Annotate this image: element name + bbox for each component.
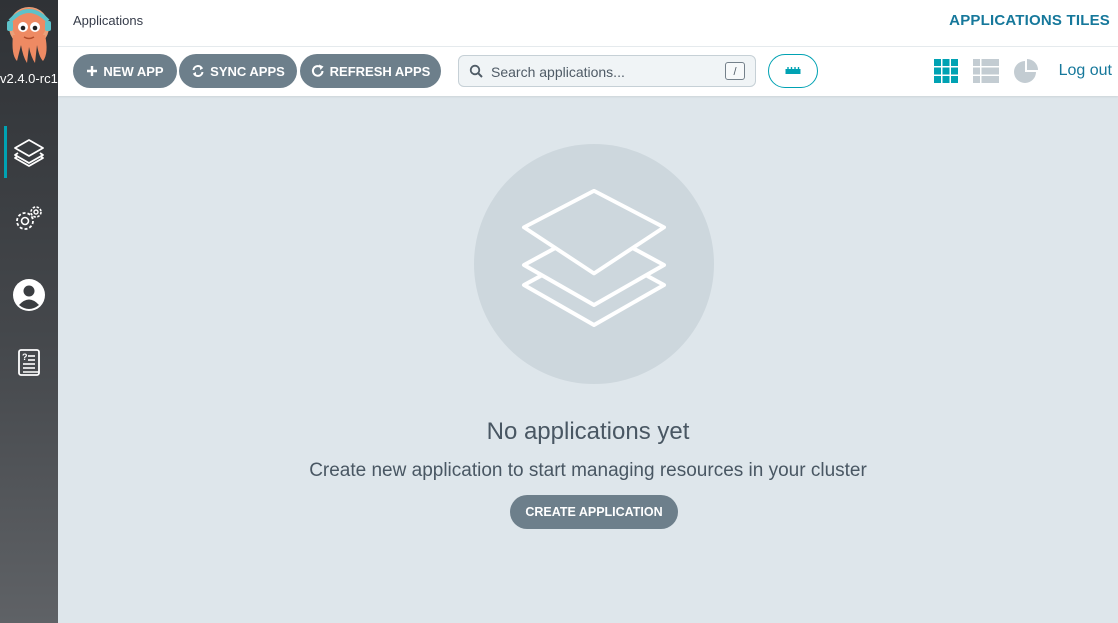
new-app-button[interactable]: NEW APP — [73, 54, 177, 88]
sidebar-item-settings[interactable] — [0, 192, 58, 244]
sidebar-item-user-info[interactable] — [0, 268, 58, 320]
sync-icon — [192, 65, 204, 77]
toolbar: NEW APP SYNC APPS REFRESH APPS / — [58, 47, 1118, 96]
help-book-icon: ? — [18, 349, 40, 376]
refresh-apps-label: REFRESH APPS — [329, 63, 431, 79]
search-icon — [469, 64, 483, 78]
version-label: v2.4.0-rc1+d8fi — [0, 71, 58, 86]
sync-apps-button[interactable]: SYNC APPS — [179, 54, 297, 88]
user-circle-icon — [13, 279, 45, 311]
search-box[interactable]: / — [458, 55, 756, 87]
layers-icon — [522, 189, 666, 327]
ruler-icon — [785, 67, 801, 74]
empty-state-illustration — [474, 144, 714, 384]
create-application-button[interactable]: CREATE APPLICATION — [510, 495, 678, 529]
empty-state-subtitle: Create new application to start managing… — [309, 460, 867, 481]
new-app-label: NEW APP — [103, 63, 164, 79]
pie-chart-view-icon[interactable] — [1013, 59, 1039, 85]
svg-text:?: ? — [22, 352, 28, 362]
gears-icon — [16, 206, 42, 230]
sidebar-item-applications[interactable] — [0, 126, 58, 178]
list-view-icon[interactable] — [973, 59, 999, 83]
layers-icon — [14, 139, 44, 167]
view-title: APPLICATIONS TILES — [949, 12, 1110, 29]
top-header: Applications APPLICATIONS TILES — [58, 0, 1118, 47]
plus-icon — [87, 66, 98, 76]
redo-icon — [311, 64, 324, 77]
empty-state-title: No applications yet — [486, 418, 690, 445]
logout-link[interactable]: Log out — [1059, 62, 1112, 80]
sidebar: v2.4.0-rc1+d8fi ? — [0, 0, 58, 623]
search-shortcut-hint: / — [725, 62, 745, 80]
filter-toggle-button[interactable] — [768, 54, 818, 88]
sidebar-item-documentation[interactable]: ? — [0, 336, 58, 388]
page-title: Applications — [73, 13, 144, 28]
tiles-view-icon[interactable] — [934, 59, 958, 83]
argo-logo[interactable] — [5, 5, 53, 65]
search-input[interactable] — [489, 62, 723, 82]
sync-apps-label: SYNC APPS — [210, 63, 285, 79]
refresh-apps-button[interactable]: REFRESH APPS — [300, 54, 441, 88]
